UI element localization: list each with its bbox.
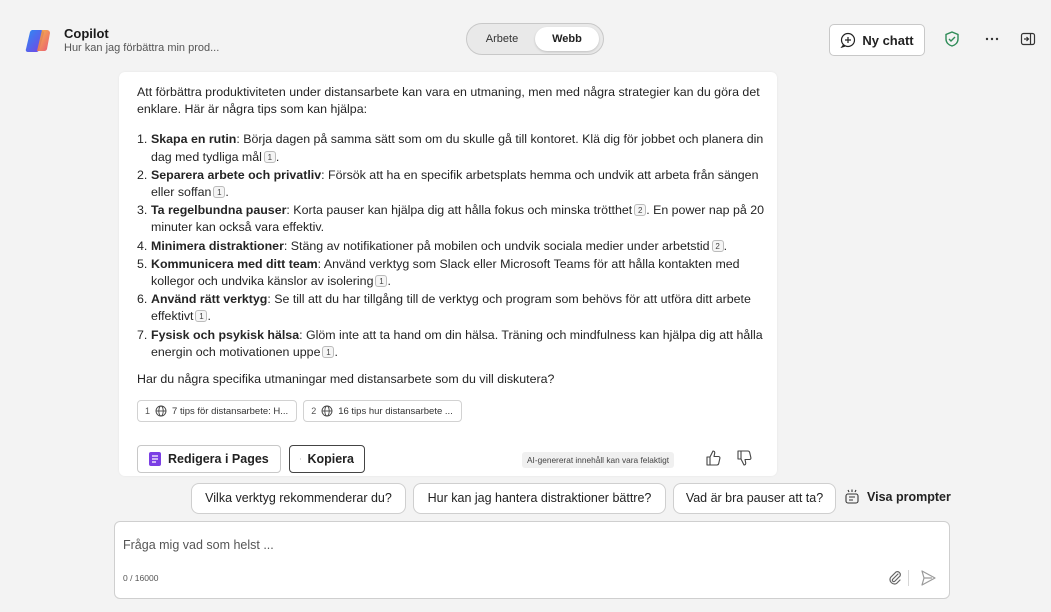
- copy-button[interactable]: Kopiera: [289, 445, 365, 473]
- copy-label: Kopiera: [307, 452, 354, 466]
- send-icon[interactable]: [918, 568, 938, 588]
- new-chat-label: Ny chatt: [862, 32, 914, 48]
- list-item: 5. Kommunicera med ditt team: Använd verk…: [137, 256, 767, 290]
- tip-title: Kommunicera med ditt team: [151, 256, 318, 271]
- tip-title: Separera arbete och privatliv: [151, 167, 322, 182]
- mode-toggle: Arbete Webb: [466, 23, 604, 55]
- tip-number: 2.: [137, 167, 148, 182]
- new-chat-button[interactable]: Ny chatt: [829, 24, 925, 56]
- list-item: 4. Minimera distraktioner: Stäng av notif…: [137, 238, 767, 255]
- list-item: 1. Skapa en rutin: Börja dagen på samma s…: [137, 131, 767, 165]
- tip-text: : Stäng av notifikationer på mobilen och…: [283, 238, 710, 253]
- tip-text: : Korta pauser kan hjälpa dig att hålla …: [286, 203, 633, 218]
- close-panel-icon[interactable]: [1017, 28, 1039, 50]
- more-options-icon[interactable]: [981, 28, 1003, 50]
- paperclip-icon[interactable]: [885, 568, 905, 588]
- top-bar: Copilot Hur kan jag förbättra min prod..…: [0, 0, 1051, 80]
- tip-text: : Börja dagen på samma sätt som om du sk…: [151, 132, 764, 164]
- tip-title: Använd rätt verktyg: [151, 292, 268, 307]
- show-prompts-label: Visa prompter: [867, 490, 951, 504]
- list-item: 2. Separera arbete och privatliv: Försök …: [137, 167, 767, 201]
- chat-composer: 0 / 16000: [114, 521, 950, 599]
- list-item: 3. Ta regelbundna pauser: Korta pauser ka…: [137, 202, 767, 236]
- citation-badge[interactable]: 1: [322, 345, 335, 358]
- response-intro: Att förbättra produktiviteten under dist…: [137, 85, 760, 117]
- source-link[interactable]: 1 7 tips för distansarbete: H...: [137, 400, 298, 423]
- suggestion-chip[interactable]: Hur kan jag hantera distraktioner bättre…: [413, 483, 666, 514]
- tip-title: Minimera distraktioner: [151, 238, 284, 253]
- source-number: 1: [145, 405, 151, 416]
- citation-badge[interactable]: 1: [375, 275, 388, 288]
- source-label: 16 tips hur distansarbete ...: [338, 405, 453, 417]
- citation-badge[interactable]: 1: [195, 310, 208, 323]
- new-chat-icon: [840, 32, 856, 48]
- tip-number: 3.: [137, 203, 148, 218]
- app-title: Copilot: [64, 26, 109, 41]
- tip-title: Ta regelbundna pauser: [151, 203, 287, 218]
- copilot-logo-icon: [25, 30, 50, 53]
- thumbs-up-icon[interactable]: [704, 449, 722, 467]
- pages-icon: [149, 452, 161, 466]
- globe-icon: [321, 405, 333, 417]
- tip-number: 4.: [137, 238, 148, 253]
- show-prompts-button[interactable]: Visa prompter: [843, 488, 951, 506]
- tip-end: .: [207, 309, 211, 324]
- sources-row: 1 7 tips för distansarbete: H... 2 16 ti…: [137, 400, 767, 423]
- edit-in-pages-button[interactable]: Redigera i Pages: [137, 445, 281, 473]
- list-item: 6. Använd rätt verktyg: Se till att du ha…: [137, 291, 767, 325]
- conversation-title: Hur kan jag förbättra min prod...: [64, 42, 220, 54]
- tip-title: Fysisk och psykisk hälsa: [151, 327, 300, 342]
- globe-icon: [155, 405, 167, 417]
- response-card: Att förbättra produktiviteten under dist…: [119, 72, 777, 476]
- tip-number: 6.: [137, 292, 148, 307]
- tip-end: .: [723, 238, 728, 253]
- character-counter: 0 / 16000: [123, 573, 159, 583]
- source-number: 2: [311, 405, 317, 416]
- shield-check-icon[interactable]: [941, 28, 963, 50]
- tip-end: .: [334, 344, 338, 359]
- suggestion-chip[interactable]: Vilka verktyg rekommenderar du?: [191, 483, 406, 514]
- mode-web-button[interactable]: Webb: [535, 27, 599, 51]
- suggestion-bar: Vilka verktyg rekommenderar du? Hur kan …: [0, 483, 1051, 515]
- citation-badge[interactable]: 2: [711, 239, 724, 252]
- list-item: 7. Fysisk och psykisk hälsa: Glöm inte at…: [137, 327, 767, 361]
- tips-list: 1. Skapa en rutin: Börja dagen på samma s…: [137, 131, 767, 361]
- tip-number: 1.: [137, 132, 148, 147]
- response-actions: Redigera i Pages Kopiera AI-genererat in…: [137, 445, 767, 475]
- tip-title: Skapa en rutin: [151, 132, 237, 147]
- prompts-icon: [845, 489, 859, 504]
- source-label: 7 tips för distansarbete: H...: [172, 405, 289, 417]
- edit-in-pages-label: Redigera i Pages: [168, 452, 269, 466]
- divider: [908, 570, 909, 586]
- citation-badge[interactable]: 2: [634, 204, 647, 217]
- tip-end: .: [225, 185, 229, 200]
- source-link[interactable]: 2 16 tips hur distansarbete ...: [303, 400, 462, 423]
- tip-end: .: [387, 274, 391, 289]
- thumbs-down-icon[interactable]: [735, 449, 753, 467]
- copy-icon: [300, 458, 302, 460]
- citation-badge[interactable]: 1: [213, 186, 226, 199]
- ai-disclaimer: AI-genererat innehåll kan vara felaktigt: [522, 452, 675, 468]
- mode-work-button[interactable]: Arbete: [473, 27, 531, 51]
- tip-number: 7.: [137, 327, 148, 342]
- followup-question: Har du några specifika utmaningar med di…: [137, 372, 555, 387]
- chat-input[interactable]: [123, 535, 923, 555]
- suggestion-chip[interactable]: Vad är bra pauser att ta?: [673, 483, 836, 514]
- tip-number: 5.: [137, 256, 148, 271]
- citation-badge[interactable]: 1: [263, 150, 276, 163]
- tip-end: .: [275, 149, 280, 164]
